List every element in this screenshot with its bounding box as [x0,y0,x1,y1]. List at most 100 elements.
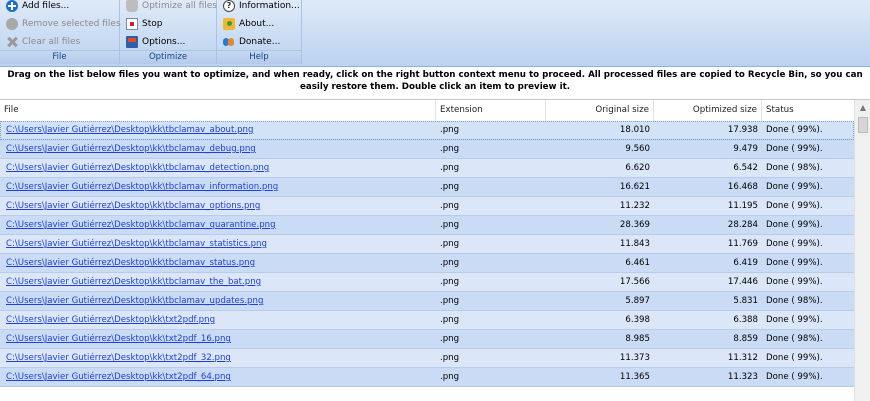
file-path-cell: C:\Users\Javier Gutiérrez\Desktop\kk\tbc… [2,121,434,140]
status-cell: Done ( 99%). [766,315,823,325]
table-row[interactable]: C:\Users\Javier Gutiérrez\Desktop\kk\txt… [0,311,854,330]
optimize-group: Optimize all files Stop Options... Optim… [120,0,217,64]
extension-cell: .png [440,125,460,135]
optimized-size-cell: 17.446 [727,277,758,287]
file-path-link[interactable]: C:\Users\Javier Gutiérrez\Desktop\kk\tbc… [6,201,260,211]
information-button[interactable]: ? Information... [223,0,300,14]
extension-cell: .png [440,201,460,211]
file-path-link[interactable]: C:\Users\Javier Gutiérrez\Desktop\kk\tbc… [6,239,267,249]
optimized-size-cell: 28.284 [727,220,758,230]
status-cell: Done ( 99%). [766,220,823,230]
table-row[interactable]: C:\Users\Javier Gutiérrez\Desktop\kk\tbc… [0,235,854,254]
file-path-link[interactable]: C:\Users\Javier Gutiérrez\Desktop\kk\tbc… [6,182,278,192]
file-path-cell: C:\Users\Javier Gutiérrez\Desktop\kk\tbc… [2,178,434,197]
table-row[interactable]: C:\Users\Javier Gutiérrez\Desktop\kk\tbc… [0,216,854,235]
table-row[interactable]: C:\Users\Javier Gutiérrez\Desktop\kk\tbc… [0,159,854,178]
original-size-cell: 17.566 [619,277,650,287]
file-path-link[interactable]: C:\Users\Javier Gutiérrez\Desktop\kk\tbc… [6,220,276,230]
file-path-link[interactable]: C:\Users\Javier Gutiérrez\Desktop\kk\txt… [6,353,231,363]
scroll-up-icon[interactable]: ▲ [855,100,870,116]
original-size-cell: 8.985 [625,334,650,344]
add-files-label: Add files... [22,1,70,11]
table-row[interactable]: C:\Users\Javier Gutiérrez\Desktop\kk\tbc… [0,197,854,216]
file-path-cell: C:\Users\Javier Gutiérrez\Desktop\kk\tbc… [2,140,434,159]
extension-cell: .png [440,182,460,192]
file-group: Add files... Remove selected files Clear… [0,0,121,64]
status-cell: Done ( 99%). [766,239,823,249]
file-path-link[interactable]: C:\Users\Javier Gutiérrez\Desktop\kk\tbc… [6,296,263,306]
table-row[interactable]: C:\Users\Javier Gutiérrez\Desktop\kk\txt… [0,368,854,387]
table-row[interactable]: C:\Users\Javier Gutiérrez\Desktop\kk\tbc… [0,178,854,197]
file-path-link[interactable]: C:\Users\Javier Gutiérrez\Desktop\kk\tbc… [6,277,261,287]
question-icon: ? [223,0,235,12]
remove-selected-files-button[interactable]: Remove selected files [6,16,121,32]
stop-button[interactable]: Stop [126,16,162,32]
file-path-link[interactable]: C:\Users\Javier Gutiérrez\Desktop\kk\txt… [6,334,231,344]
scrollbar-thumb[interactable] [858,117,868,133]
status-cell: Done ( 99%). [766,182,823,192]
optimize-group-title: Optimize [120,50,216,64]
add-files-button[interactable]: Add files... [6,0,69,14]
extension-cell: .png [440,163,460,173]
donate-label: Donate... [239,37,281,47]
table-row[interactable]: C:\Users\Javier Gutiérrez\Desktop\kk\tbc… [0,273,854,292]
table-row[interactable]: C:\Users\Javier Gutiérrez\Desktop\kk\tbc… [0,292,854,311]
optimized-size-cell: 11.323 [727,372,758,382]
options-icon [126,36,138,48]
file-path-link[interactable]: C:\Users\Javier Gutiérrez\Desktop\kk\tbc… [6,144,256,154]
table-row[interactable]: C:\Users\Javier Gutiérrez\Desktop\kk\tbc… [0,121,854,140]
original-size-cell: 11.373 [619,353,650,363]
about-icon [223,18,235,30]
table-row[interactable]: C:\Users\Javier Gutiérrez\Desktop\kk\txt… [0,330,854,349]
extension-cell: .png [440,144,460,154]
column-header-file[interactable]: File [0,100,436,121]
optimized-size-cell: 6.388 [733,315,758,325]
column-header-status[interactable]: Status [762,100,854,121]
file-path-link[interactable]: C:\Users\Javier Gutiérrez\Desktop\kk\tbc… [6,258,255,268]
file-path-link[interactable]: C:\Users\Javier Gutiérrez\Desktop\kk\txt… [6,372,231,382]
table-row[interactable]: C:\Users\Javier Gutiérrez\Desktop\kk\tbc… [0,140,854,159]
optimized-size-cell: 6.542 [733,163,758,173]
status-cell: Done ( 98%). [766,334,823,344]
optimized-size-cell: 11.769 [727,239,758,249]
file-path-cell: C:\Users\Javier Gutiérrez\Desktop\kk\tbc… [2,273,434,292]
status-cell: Done ( 98%). [766,296,823,306]
file-path-cell: C:\Users\Javier Gutiérrez\Desktop\kk\txt… [2,311,434,330]
help-group-title: Help [217,50,301,64]
optimize-all-files-button[interactable]: Optimize all files [126,0,217,14]
vertical-scrollbar[interactable]: ▲ [854,100,870,401]
remove-icon [6,18,18,30]
donate-button[interactable]: Donate... [223,34,280,50]
status-cell: Done ( 99%). [766,258,823,268]
original-size-cell: 18.010 [619,125,650,135]
clear-all-files-button[interactable]: Clear all files [6,34,80,50]
optimize-icon [126,0,138,12]
column-header-extension[interactable]: Extension [436,100,546,121]
table-row[interactable]: C:\Users\Javier Gutiérrez\Desktop\kk\txt… [0,349,854,368]
status-cell: Done ( 99%). [766,201,823,211]
extension-cell: .png [440,372,460,382]
about-label: About... [239,19,275,29]
file-path-link[interactable]: C:\Users\Javier Gutiérrez\Desktop\kk\txt… [6,315,215,325]
optimized-size-cell: 9.479 [733,144,758,154]
file-path-link[interactable]: C:\Users\Javier Gutiérrez\Desktop\kk\tbc… [6,163,269,173]
extension-cell: .png [440,296,460,306]
file-path-cell: C:\Users\Javier Gutiérrez\Desktop\kk\tbc… [2,292,434,311]
original-size-cell: 11.232 [619,201,650,211]
list-rows: C:\Users\Javier Gutiérrez\Desktop\kk\tbc… [0,121,854,387]
file-path-link[interactable]: C:\Users\Javier Gutiérrez\Desktop\kk\tbc… [6,125,253,135]
about-button[interactable]: About... [223,16,274,32]
extension-cell: .png [440,334,460,344]
extension-cell: .png [440,239,460,249]
file-path-cell: C:\Users\Javier Gutiérrez\Desktop\kk\tbc… [2,159,434,178]
optimized-size-cell: 6.419 [733,258,758,268]
table-row[interactable]: C:\Users\Javier Gutiérrez\Desktop\kk\tbc… [0,254,854,273]
clear-icon [6,36,18,48]
column-header-original-size[interactable]: Original size [546,100,654,121]
column-header-optimized-size[interactable]: Optimized size [654,100,762,121]
options-button[interactable]: Options... [126,34,185,50]
file-list[interactable]: File Extension Original size Optimized s… [0,99,870,401]
original-size-cell: 9.560 [625,144,650,154]
status-cell: Done ( 99%). [766,372,823,382]
information-label: Information... [239,1,300,11]
